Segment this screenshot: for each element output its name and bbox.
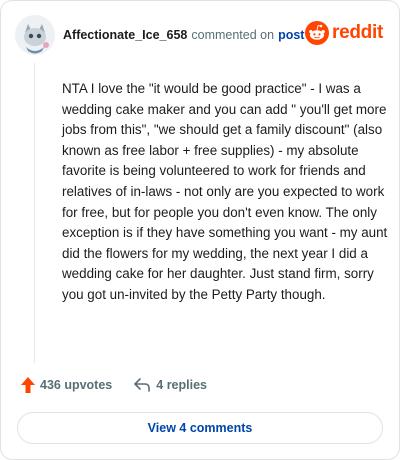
comment-actions: 436 upvotes 4 replies bbox=[21, 377, 207, 393]
comment-card: Affectionate_Ice_658 commented on post r… bbox=[0, 0, 400, 460]
username[interactable]: Affectionate_Ice_658 bbox=[63, 28, 187, 42]
reply-arrow-icon bbox=[134, 378, 151, 392]
reddit-snoo-icon bbox=[305, 21, 330, 45]
comment-header: Affectionate_Ice_658 commented on post r… bbox=[15, 15, 385, 55]
upvote-arrow-icon bbox=[21, 377, 35, 393]
comment-meta: Affectionate_Ice_658 commented on post bbox=[63, 28, 304, 42]
thread-line bbox=[34, 63, 35, 363]
snoo-avatar-icon bbox=[15, 15, 55, 55]
avatar[interactable] bbox=[15, 15, 55, 55]
upvote-count: 436 upvotes bbox=[40, 378, 113, 392]
reply-button[interactable]: 4 replies bbox=[134, 378, 207, 392]
reddit-logo[interactable]: reddit bbox=[305, 21, 383, 45]
reddit-wordmark: reddit bbox=[332, 22, 383, 43]
reply-count: 4 replies bbox=[156, 378, 207, 392]
post-link[interactable]: post bbox=[278, 28, 304, 42]
commented-on-label: commented on bbox=[191, 28, 275, 42]
upvote-button[interactable]: 436 upvotes bbox=[21, 377, 112, 393]
comment-body: NTA I love the "it would be good practic… bbox=[62, 81, 388, 302]
view-comments-button[interactable]: View 4 comments bbox=[17, 412, 383, 444]
